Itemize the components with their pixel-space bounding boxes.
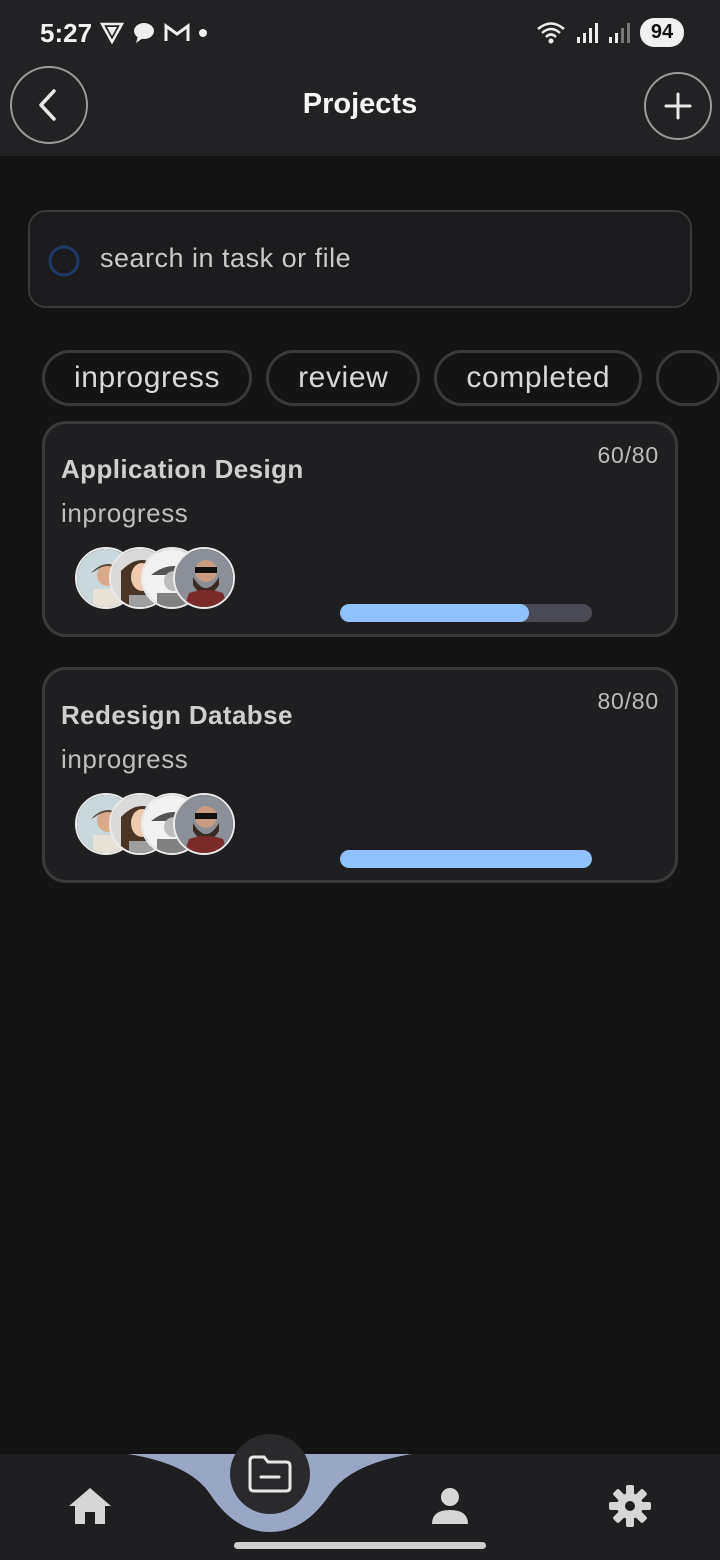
- chip-more[interactable]: [656, 350, 720, 406]
- progress-bar: [340, 604, 592, 622]
- project-card[interactable]: Redesign Databse inprogress 80/80: [42, 667, 678, 883]
- nav-settings[interactable]: [600, 1476, 660, 1536]
- task-count: 80/80: [597, 688, 659, 714]
- page-title: Projects: [302, 88, 418, 120]
- project-title: Application Design: [61, 454, 304, 484]
- status-bar: 5:27 94: [0, 0, 720, 66]
- vpn-icon: [100, 22, 124, 44]
- signal-icon: [577, 22, 598, 43]
- search-input[interactable]: search in task or file: [28, 210, 692, 308]
- chat-icon: [134, 23, 154, 43]
- chip-review[interactable]: review: [266, 350, 421, 406]
- chip-completed[interactable]: completed: [434, 350, 643, 406]
- avatar: [173, 547, 235, 609]
- progress-fill: [340, 604, 529, 622]
- project-card[interactable]: Application Design inprogress 60/80: [42, 421, 678, 637]
- plus-icon: [664, 92, 692, 120]
- project-status: inprogress: [61, 498, 189, 528]
- home-icon: [69, 1488, 111, 1524]
- wifi-icon: [537, 21, 565, 43]
- notification-icons: [100, 22, 208, 44]
- add-project-button[interactable]: [644, 72, 712, 140]
- search-placeholder: search in task or file: [100, 243, 352, 273]
- signal-icon: [609, 22, 630, 43]
- progress-bar: [340, 850, 592, 868]
- system-icons: 94: [536, 18, 684, 47]
- gmail-icon: [164, 23, 190, 41]
- nav-home[interactable]: [60, 1476, 120, 1536]
- dot-icon: [199, 29, 207, 37]
- chip-inprogress[interactable]: inprogress: [42, 350, 253, 406]
- progress-fill: [340, 850, 592, 868]
- project-title: Redesign Databse: [61, 700, 293, 730]
- app-bar: Projects: [0, 66, 720, 156]
- battery-indicator: 94: [640, 18, 684, 47]
- home-indicator: [234, 1542, 486, 1549]
- search-icon: [48, 245, 80, 277]
- folder-icon: [248, 1455, 292, 1493]
- task-count: 60/80: [597, 442, 659, 468]
- avatar: [173, 793, 235, 855]
- status-time: 5:27: [40, 18, 93, 48]
- filter-chips: inprogress review completed: [42, 350, 720, 408]
- nav-projects[interactable]: [230, 1434, 310, 1514]
- nav-profile[interactable]: [420, 1476, 480, 1536]
- settings-icon: [609, 1485, 651, 1527]
- person-icon: [432, 1488, 468, 1524]
- project-status: inprogress: [61, 744, 189, 774]
- bottom-navigation: [0, 1434, 720, 1560]
